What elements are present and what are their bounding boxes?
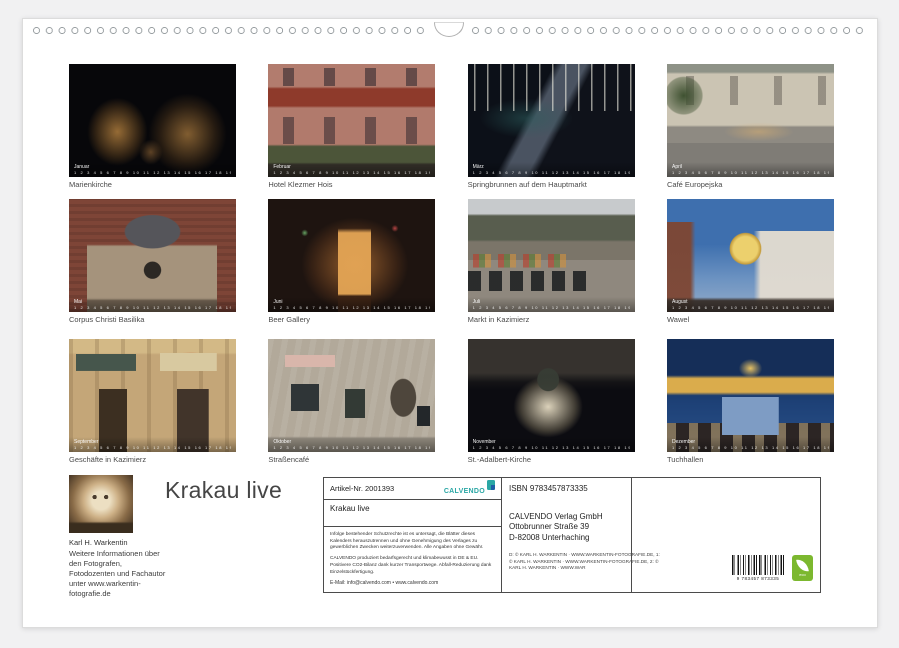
thumbnail-klezmer-hois-photo: Februar 1 2 3 4 5 6 7 8 9 10 11 12 13 14… <box>268 64 435 177</box>
month-cell-september: September 1 2 3 4 5 6 7 8 9 10 11 12 13 … <box>69 339 236 469</box>
mini-month-calendar: Januar 1 2 3 4 5 6 7 8 9 10 11 12 13 14 … <box>69 162 236 177</box>
thumb-caption: Geschäfte in Kazimierz <box>69 456 236 464</box>
photo-copyright-text: D: © KARL H. WARKENTIN · WWW.WARKENTIN-F… <box>509 552 661 572</box>
thumb-caption: Beer Gallery <box>268 316 435 324</box>
month-cell-july: Juli 1 2 3 4 5 6 7 8 9 10 11 12 13 14 15… <box>468 199 635 339</box>
article-number-row: Artikel-Nr. 2001393 CALVENDO <box>324 478 501 500</box>
mini-month-calendar: Oktober 1 2 3 4 5 6 7 8 9 10 11 12 13 14… <box>268 437 435 452</box>
mini-month-calendar: Mai 1 2 3 4 5 6 7 8 9 10 11 12 13 14 15 … <box>69 297 236 312</box>
month-cell-march: März 1 2 3 4 5 6 7 8 9 10 11 12 13 14 15… <box>468 64 635 199</box>
thumb-caption: Marienkirche <box>69 181 236 189</box>
thumb-caption: Hotel Klezmer Hois <box>268 181 435 189</box>
mini-month-calendar: April 1 2 3 4 5 6 7 8 9 10 11 12 13 14 1… <box>667 162 834 177</box>
thumbnail-geschaefte-kazimierz-photo: September 1 2 3 4 5 6 7 8 9 10 11 12 13 … <box>69 339 236 452</box>
mini-month-calendar: Februar 1 2 3 4 5 6 7 8 9 10 11 12 13 14… <box>268 162 435 177</box>
mini-month-calendar: Juni 1 2 3 4 5 6 7 8 9 10 11 12 13 14 15… <box>268 297 435 312</box>
infobox-right-cell: 9 783457 873335 eco <box>632 478 820 592</box>
thumbnail-adalbert-kirche-photo: November 1 2 3 4 5 6 7 8 9 10 11 12 13 1… <box>468 339 635 452</box>
infobox-middle-cell: ISBN 9783457873335 CALVENDO Verlag GmbH … <box>502 478 632 592</box>
mini-days-row: 1 2 3 4 5 6 7 8 9 10 11 12 13 14 15 16 1… <box>74 445 231 450</box>
mini-month-calendar: Dezember 1 2 3 4 5 6 7 8 9 10 11 12 13 1… <box>667 437 834 452</box>
mini-month-calendar: August 1 2 3 4 5 6 7 8 9 10 11 12 13 14 … <box>667 297 834 312</box>
photographer-name: Karl H. Warkentin <box>69 538 128 547</box>
mini-days-row: 1 2 3 4 5 6 7 8 9 10 11 12 13 14 15 16 1… <box>273 445 430 450</box>
legal-paragraph-rights: Infolge bestehender Schutzrechte ist es … <box>330 532 495 552</box>
hanger-notch <box>434 22 464 37</box>
thumb-caption: Tuchhallen <box>667 456 834 464</box>
mini-days-row: 1 2 3 4 5 6 7 8 9 10 11 12 13 14 15 16 1… <box>473 305 630 310</box>
calvendo-logo-text: CALVENDO <box>444 488 485 495</box>
month-cell-june: Juni 1 2 3 4 5 6 7 8 9 10 11 12 13 14 15… <box>268 199 435 339</box>
publisher-info-box: Artikel-Nr. 2001393 CALVENDO Krakau live… <box>323 477 821 593</box>
mini-days-row: 1 2 3 4 5 6 7 8 9 10 11 12 13 14 15 16 1… <box>74 170 231 175</box>
thumb-caption: Markt in Kazimierz <box>468 316 635 324</box>
month-cell-may: Mai 1 2 3 4 5 6 7 8 9 10 11 12 13 14 15 … <box>69 199 236 339</box>
calvendo-calendar-icon <box>487 480 495 490</box>
thumbnail-tuchhallen-photo: Dezember 1 2 3 4 5 6 7 8 9 10 11 12 13 1… <box>667 339 834 452</box>
mini-month-calendar: März 1 2 3 4 5 6 7 8 9 10 11 12 13 14 15… <box>468 162 635 177</box>
thumb-caption: Wawel <box>667 316 834 324</box>
month-thumbnail-grid: Januar 1 2 3 4 5 6 7 8 9 10 11 12 13 14 … <box>69 64 834 469</box>
spiral-binding-holes-right <box>471 26 868 35</box>
legal-paragraph-eco: CALVENDO produziert bedarfsgerecht und k… <box>330 556 495 576</box>
thumbnail-corpus-christi-photo: Mai 1 2 3 4 5 6 7 8 9 10 11 12 13 14 15 … <box>69 199 236 312</box>
barcode-digits: 9 783457 873335 <box>732 576 784 581</box>
calvendo-logo-wordmark: CALVENDO <box>444 480 485 498</box>
thumbnail-beer-gallery-photo: Juni 1 2 3 4 5 6 7 8 9 10 11 12 13 14 15… <box>268 199 435 312</box>
month-cell-november: November 1 2 3 4 5 6 7 8 9 10 11 12 13 1… <box>468 339 635 469</box>
mini-days-row: 1 2 3 4 5 6 7 8 9 10 11 12 13 14 15 16 1… <box>273 305 430 310</box>
photographer-info-text: Weitere Informationen über den Fotografe… <box>69 549 177 598</box>
mini-days-row: 1 2 3 4 5 6 7 8 9 10 11 12 13 14 15 16 1… <box>273 170 430 175</box>
ean-barcode: 9 783457 873335 <box>732 555 784 581</box>
thumbnail-wawel-photo: August 1 2 3 4 5 6 7 8 9 10 11 12 13 14 … <box>667 199 834 312</box>
thumb-caption: Straßencafé <box>268 456 435 464</box>
month-cell-february: Februar 1 2 3 4 5 6 7 8 9 10 11 12 13 14… <box>268 64 435 199</box>
thumbnail-strassencafe-photo: Oktober 1 2 3 4 5 6 7 8 9 10 11 12 13 14… <box>268 339 435 452</box>
thumb-caption: Café Europejska <box>667 181 834 189</box>
mini-month-calendar: Juli 1 2 3 4 5 6 7 8 9 10 11 12 13 14 15… <box>468 297 635 312</box>
month-cell-october: Oktober 1 2 3 4 5 6 7 8 9 10 11 12 13 14… <box>268 339 435 469</box>
leaf-icon <box>796 558 809 572</box>
thumbnail-marienkirche-photo: Januar 1 2 3 4 5 6 7 8 9 10 11 12 13 14 … <box>69 64 236 177</box>
month-cell-january: Januar 1 2 3 4 5 6 7 8 9 10 11 12 13 14 … <box>69 64 236 199</box>
thumb-caption: St.-Adalbert-Kirche <box>468 456 635 464</box>
mini-month-calendar: November 1 2 3 4 5 6 7 8 9 10 11 12 13 1… <box>468 437 635 452</box>
legal-text-block: Infolge bestehender Schutzrechte ist es … <box>324 527 501 593</box>
mini-days-row: 1 2 3 4 5 6 7 8 9 10 11 12 13 14 15 16 1… <box>473 445 630 450</box>
mini-days-row: 1 2 3 4 5 6 7 8 9 10 11 12 13 14 15 16 1… <box>672 305 829 310</box>
barcode-bars <box>732 555 784 575</box>
isbn-number: ISBN 9783457873335 <box>509 484 631 493</box>
article-number: Artikel-Nr. 2001393 <box>330 484 394 493</box>
month-cell-december: Dezember 1 2 3 4 5 6 7 8 9 10 11 12 13 1… <box>667 339 834 469</box>
thumbnail-cafe-europejska-photo: April 1 2 3 4 5 6 7 8 9 10 11 12 13 14 1… <box>667 64 834 177</box>
thumb-caption: Springbrunnen auf dem Hauptmarkt <box>468 181 635 189</box>
mini-days-row: 1 2 3 4 5 6 7 8 9 10 11 12 13 14 15 16 1… <box>672 445 829 450</box>
mini-month-calendar: September 1 2 3 4 5 6 7 8 9 10 11 12 13 … <box>69 437 236 452</box>
mini-days-row: 1 2 3 4 5 6 7 8 9 10 11 12 13 14 15 16 1… <box>672 170 829 175</box>
photographer-portrait <box>69 475 133 533</box>
month-cell-april: April 1 2 3 4 5 6 7 8 9 10 11 12 13 14 1… <box>667 64 834 199</box>
month-cell-august: August 1 2 3 4 5 6 7 8 9 10 11 12 13 14 … <box>667 199 834 339</box>
calendar-title: Krakau live <box>165 477 282 504</box>
eco-badge-label: eco <box>799 573 805 577</box>
eco-badge: eco <box>792 555 813 581</box>
publisher-address: CALVENDO Verlag GmbH Ottobrunner Straße … <box>509 512 631 543</box>
contact-email-line: E-Mail: info@calvendo.com • www.calvendo… <box>330 580 495 587</box>
thumbnail-springbrunnen-photo: März 1 2 3 4 5 6 7 8 9 10 11 12 13 14 15… <box>468 64 635 177</box>
mini-days-row: 1 2 3 4 5 6 7 8 9 10 11 12 13 14 15 16 1… <box>473 170 630 175</box>
calvendo-logo: CALVENDO <box>444 480 495 498</box>
infobox-left-cell: Artikel-Nr. 2001393 CALVENDO Krakau live… <box>324 478 502 592</box>
calendar-back-sheet: Januar 1 2 3 4 5 6 7 8 9 10 11 12 13 14 … <box>22 18 878 628</box>
infobox-calendar-title: Krakau live <box>324 500 501 527</box>
mini-days-row: 1 2 3 4 5 6 7 8 9 10 11 12 13 14 15 16 1… <box>74 305 231 310</box>
thumbnail-markt-kazimierz-photo: Juli 1 2 3 4 5 6 7 8 9 10 11 12 13 14 15… <box>468 199 635 312</box>
spiral-binding-holes-left <box>32 26 429 35</box>
thumb-caption: Corpus Christi Basilika <box>69 316 236 324</box>
